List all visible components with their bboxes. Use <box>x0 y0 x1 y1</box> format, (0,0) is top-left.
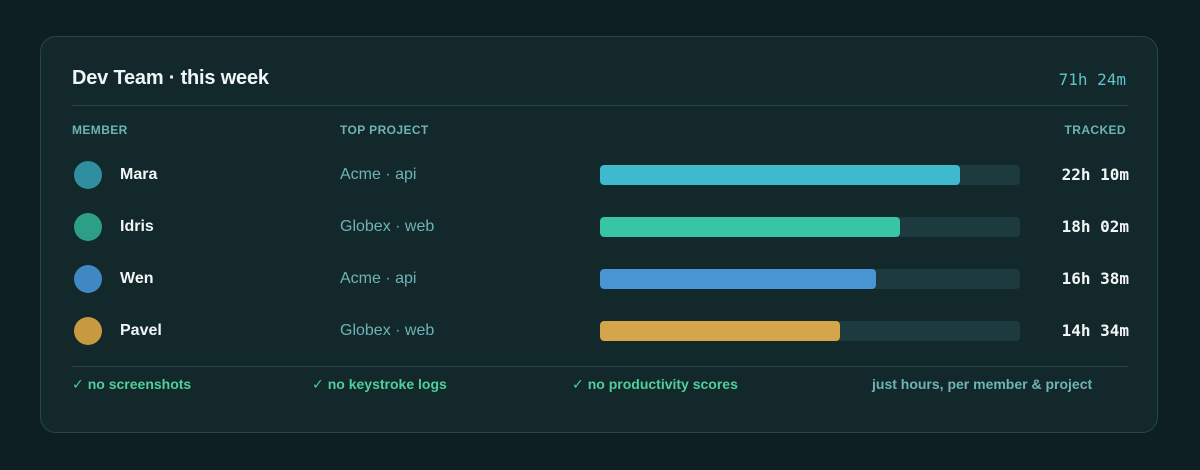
footer-item-label: no keystroke logs <box>327 376 447 392</box>
member-project: Globex · web <box>340 218 435 235</box>
member-row[interactable]: Mara Acme · api 22h 10m <box>41 157 1159 197</box>
progress-track <box>600 269 1020 289</box>
footer-item-label: no productivity scores <box>587 376 738 392</box>
column-header-project: TOP PROJECT <box>340 123 429 137</box>
progress-fill <box>600 269 876 289</box>
avatar <box>74 317 102 345</box>
member-row[interactable]: Pavel Globex · web 14h 34m <box>41 313 1159 353</box>
column-header-member: MEMBER <box>72 123 128 137</box>
check-icon: ✓ <box>72 376 84 392</box>
member-tracked: 14h 34m <box>1061 321 1129 340</box>
avatar <box>74 161 102 189</box>
total-hours: 71h 24m <box>1058 70 1126 89</box>
team-card: Dev Team · this week 71h 24m MEMBER TOP … <box>40 36 1158 433</box>
footer-item-label: no screenshots <box>87 376 192 392</box>
progress-fill <box>600 165 960 185</box>
progress-track <box>600 321 1020 341</box>
avatar <box>74 213 102 241</box>
member-row[interactable]: Idris Globex · web 18h 02m <box>41 209 1159 249</box>
footer-item: ✓ no screenshots <box>72 376 191 393</box>
progress-fill <box>600 321 840 341</box>
member-project: Acme · api <box>340 166 417 183</box>
footer-note: just hours, per member & project <box>872 376 1093 392</box>
member-name: Wen <box>120 270 154 287</box>
progress-fill <box>600 217 900 237</box>
member-tracked: 22h 10m <box>1061 165 1129 184</box>
member-project: Globex · web <box>340 322 435 339</box>
check-icon: ✓ <box>572 376 584 392</box>
header-divider <box>72 105 1128 106</box>
member-name: Mara <box>120 166 158 183</box>
app-frame: Dev Team · this week 71h 24m MEMBER TOP … <box>0 0 1200 470</box>
column-header-tracked: TRACKED <box>1064 123 1126 137</box>
avatar <box>74 265 102 293</box>
footer-item: ✓ no keystroke logs <box>312 376 447 393</box>
member-tracked: 16h 38m <box>1061 269 1129 288</box>
progress-track <box>600 217 1020 237</box>
card-title: Dev Team · this week <box>72 67 269 89</box>
footer-divider <box>72 366 1128 367</box>
member-name: Idris <box>120 218 154 235</box>
progress-track <box>600 165 1020 185</box>
check-icon: ✓ <box>312 376 324 392</box>
member-tracked: 18h 02m <box>1061 217 1129 236</box>
member-name: Pavel <box>120 322 162 339</box>
member-row[interactable]: Wen Acme · api 16h 38m <box>41 261 1159 301</box>
footer-item: ✓ no productivity scores <box>572 376 738 393</box>
member-project: Acme · api <box>340 270 417 287</box>
